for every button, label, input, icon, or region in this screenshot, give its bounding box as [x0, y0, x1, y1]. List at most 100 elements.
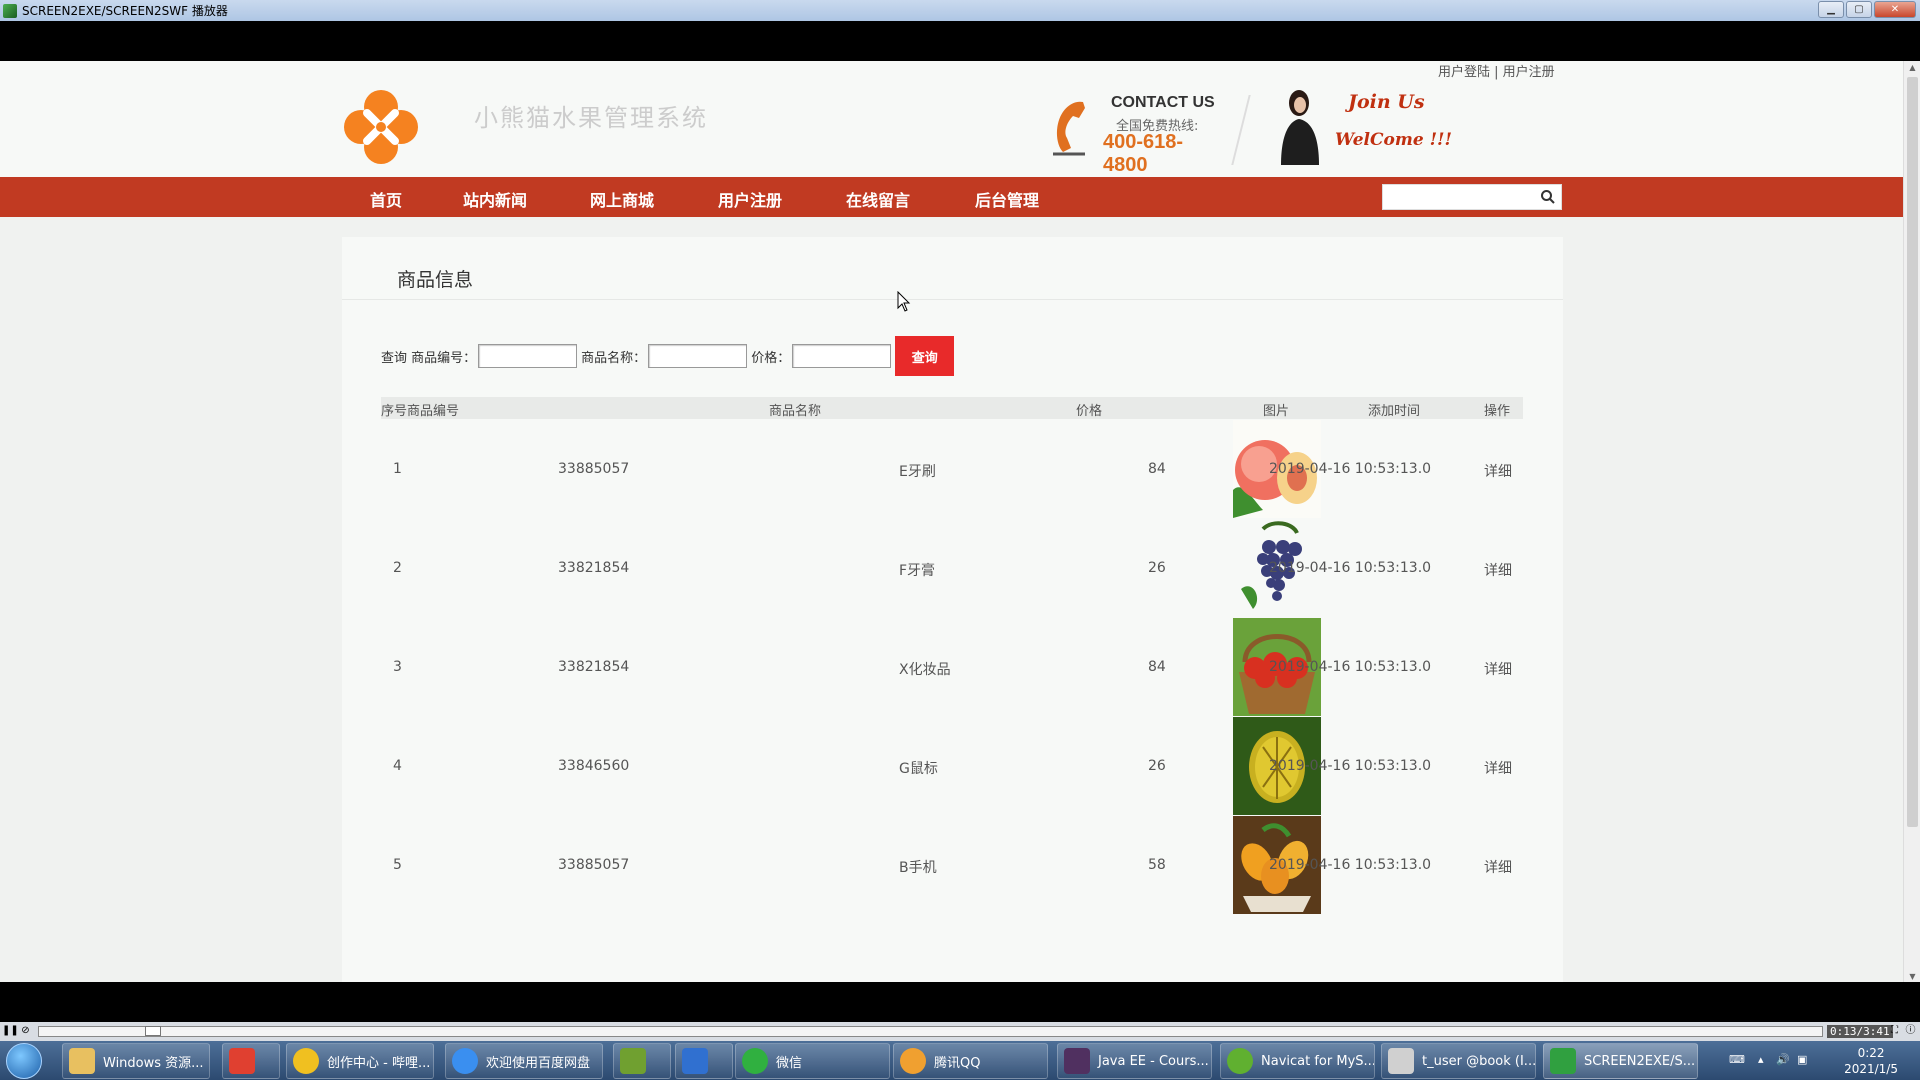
- cell-time: 2019-04-16 10:53:13.0: [1269, 857, 1432, 873]
- start-button[interactable]: [6, 1043, 42, 1079]
- pause-icon[interactable]: ❚❚: [2, 1024, 19, 1038]
- cell-price: 58: [1148, 857, 1166, 873]
- seek-knob[interactable]: [145, 1026, 162, 1036]
- product-table: 序号 商品编号 商品名称 价格 图片 添加时间 操作 1 33885057 E牙…: [381, 397, 1523, 914]
- taskbar-item-label: 欢迎使用百度网盘: [486, 1055, 591, 1071]
- cell-name: E牙刷: [899, 464, 936, 480]
- seek-bar[interactable]: [38, 1026, 1823, 1037]
- taskbar-item[interactable]: t_user @book (I...: [1381, 1043, 1536, 1079]
- price-input[interactable]: [792, 344, 892, 368]
- table-row: 1 33885057 E牙刷 84 2019-04-16 10:53:13.0 …: [381, 419, 1523, 518]
- hotline-number: 400-618-4800: [1103, 131, 1184, 176]
- code-input[interactable]: [478, 344, 578, 368]
- chevron-up-icon[interactable]: ▴: [1758, 1053, 1772, 1067]
- nav-item-shop[interactable]: 网上商城: [590, 187, 654, 211]
- search-input[interactable]: [1383, 185, 1533, 209]
- query-button[interactable]: 查询: [895, 336, 955, 376]
- table-row: 3 33821854 X化妆品 84 2019-04-16 10:53:13.0…: [381, 617, 1523, 716]
- header-time: 添加时间: [1368, 404, 1421, 419]
- site-header: 用户登陆 | 用户注册 小熊猫水果管理系统 CONTACT US 全国免费热线:…: [0, 61, 1903, 177]
- detail-link[interactable]: 详细: [1484, 857, 1512, 877]
- taskbar-item-label: SCREEN2EXE/S...: [1584, 1053, 1696, 1069]
- table-row: 4 33846560 G鼠标 26 2019-04-16 10:53:13.0 …: [381, 716, 1523, 815]
- clock-date: 2021/1/5: [1844, 1062, 1898, 1076]
- price-label: 价格：: [751, 350, 791, 366]
- header-image: 图片: [1263, 404, 1290, 419]
- window-controls: ▁ ▢ ✕: [1818, 1, 1916, 18]
- cell-price: 84: [1148, 659, 1166, 675]
- nav-item-news[interactable]: 站内新闻: [463, 187, 527, 211]
- taskbar-item[interactable]: 微信: [735, 1043, 890, 1079]
- nav-search: [1382, 184, 1562, 210]
- header-code: 商品编号: [407, 404, 460, 419]
- detail-link[interactable]: 详细: [1484, 461, 1512, 481]
- app-icon: [682, 1048, 708, 1074]
- content-panel: 商品信息 查询 商品编号： 商品名称： 价格： 查询 序号 商品编号 商品名称 …: [342, 237, 1563, 982]
- taskbar-item-label: Java EE - Cours...: [1098, 1053, 1209, 1069]
- taskbar-item[interactable]: 腾讯QQ: [893, 1043, 1048, 1079]
- taskbar-item[interactable]: [613, 1043, 671, 1079]
- close-button[interactable]: ✕: [1874, 1, 1916, 18]
- fullscreen-icon[interactable]: ⛶: [1888, 1024, 1901, 1038]
- stop-icon[interactable]: ⊘: [19, 1024, 32, 1038]
- taskbar-item[interactable]: [675, 1043, 733, 1079]
- nav-item-message[interactable]: 在线留言: [846, 187, 910, 211]
- header-action: 操作: [1484, 404, 1511, 419]
- header-divider: [1231, 95, 1251, 165]
- wechat-icon: [742, 1048, 768, 1074]
- taskbar-item[interactable]: Java EE - Cours...: [1057, 1043, 1212, 1079]
- join-us-text: Join Us: [1348, 91, 1425, 113]
- notepad-icon: [620, 1048, 646, 1074]
- cell-time: 2019-04-16 10:53:13.0: [1269, 560, 1432, 576]
- taskbar-item[interactable]: 欢迎使用百度网盘: [445, 1043, 603, 1079]
- site-logo[interactable]: [343, 89, 419, 165]
- window-titlebar: SCREEN2EXE/SCREEN2SWF 播放器 ▁ ▢ ✕: [0, 0, 1920, 21]
- system-tray: ⌨ ▴ 🔊 ▣ 0:22 2021/1/5: [1720, 1041, 1920, 1080]
- person-photo: [1273, 85, 1325, 165]
- cell-name: G鼠标: [899, 761, 938, 777]
- register-link[interactable]: 用户注册: [1503, 65, 1555, 80]
- app-icon: [3, 3, 17, 18]
- search-icon[interactable]: [1540, 189, 1556, 205]
- cell-name: X化妆品: [899, 662, 951, 678]
- query-form: 查询 商品编号： 商品名称： 价格： 查询: [381, 336, 955, 376]
- site-title: 小熊猫水果管理系统: [474, 104, 708, 132]
- table-icon: [1388, 1048, 1414, 1074]
- keyboard-icon[interactable]: ⌨: [1729, 1053, 1745, 1067]
- taskbar-item[interactable]: [222, 1043, 280, 1079]
- detail-link[interactable]: 详细: [1484, 560, 1512, 580]
- scrollbar-thumb[interactable]: [1907, 77, 1918, 827]
- taskbar-item[interactable]: Navicat for MyS...: [1220, 1043, 1375, 1079]
- table-row: 2 33821854 F牙膏 26 2019-04-16 10:53:13.0: [381, 518, 1523, 617]
- page-scrollbar[interactable]: ▲ ▼: [1903, 61, 1920, 982]
- maximize-button[interactable]: ▢: [1846, 1, 1872, 18]
- header-price: 价格: [1076, 404, 1103, 419]
- clock[interactable]: 0:22 2021/1/5: [1844, 1045, 1898, 1077]
- detail-link[interactable]: 详细: [1484, 659, 1512, 679]
- taskbar-item[interactable]: 创作中心 - 哔哩...: [286, 1043, 434, 1079]
- taskbar-item-label: Windows 资源...: [103, 1055, 204, 1071]
- cell-no: 5: [393, 857, 402, 873]
- minimize-button[interactable]: ▁: [1818, 1, 1844, 18]
- cell-time: 2019-04-16 10:53:13.0: [1269, 461, 1432, 477]
- scroll-up-icon[interactable]: ▲: [1908, 63, 1917, 72]
- folder-icon: [69, 1048, 95, 1074]
- name-input[interactable]: [648, 344, 748, 368]
- taskbar-item-label: t_user @book (I...: [1422, 1053, 1536, 1069]
- contact-title: CONTACT US: [1111, 94, 1215, 111]
- nav-item-register[interactable]: 用户注册: [718, 187, 782, 211]
- nav-item-admin[interactable]: 后台管理: [975, 187, 1039, 211]
- scroll-down-icon[interactable]: ▼: [1908, 972, 1917, 981]
- top-links: 用户登陆 | 用户注册: [1438, 61, 1555, 80]
- player-controls: ❚❚ ⊘ 0:13/3:41 ⛶ ⓘ: [0, 982, 1920, 1041]
- taskbar-item-active[interactable]: SCREEN2EXE/S...: [1543, 1043, 1698, 1079]
- volume-icon[interactable]: 🔊: [1776, 1053, 1790, 1067]
- detail-link[interactable]: 详细: [1484, 758, 1512, 778]
- header-no: 序号: [381, 404, 408, 419]
- info-icon[interactable]: ⓘ: [1904, 1024, 1917, 1038]
- taskbar-item[interactable]: Windows 资源...: [62, 1043, 210, 1079]
- nav-item-home[interactable]: 首页: [370, 187, 402, 211]
- network-icon[interactable]: ▣: [1797, 1053, 1811, 1067]
- cell-no: 1: [393, 461, 402, 477]
- login-link[interactable]: 用户登陆: [1438, 65, 1490, 80]
